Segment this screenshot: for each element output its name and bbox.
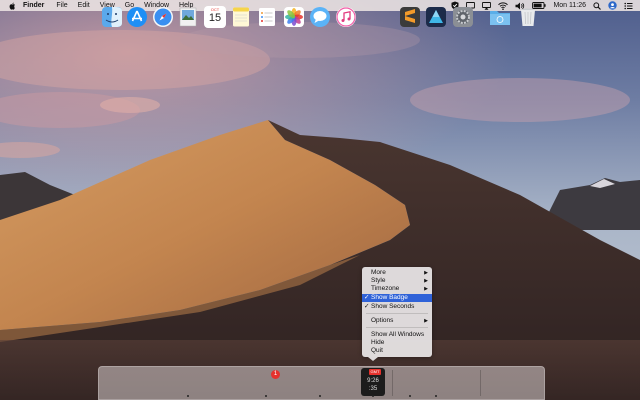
affinity-designer-icon[interactable]: [425, 6, 447, 28]
safari-icon[interactable]: [152, 6, 174, 28]
clock-time: 9:26: [367, 378, 379, 384]
finder-icon[interactable]: [101, 6, 123, 28]
downloads-folder-icon[interactable]: [489, 6, 511, 28]
clock-badge: GMT: [369, 369, 381, 375]
search-icon[interactable]: [593, 0, 601, 11]
menu-item-label: Hide: [371, 339, 385, 346]
menu-item-quit[interactable]: Quit: [362, 347, 432, 355]
menu-item-label: More: [371, 269, 386, 276]
clock-app-icon[interactable]: GMT 9:26 :35: [361, 368, 385, 396]
submenu-arrow-icon: ▶: [424, 286, 428, 292]
menu-pointer: [368, 357, 378, 361]
running-indicator: [265, 395, 267, 397]
preview-icon[interactable]: [177, 6, 199, 28]
menu-item-show-badge[interactable]: ✓ Show Badge: [362, 294, 432, 302]
menu-separator: [366, 327, 428, 328]
sublime-text-icon[interactable]: [399, 6, 421, 28]
menu-item-options[interactable]: Options ▶: [362, 317, 432, 325]
checkmark-icon: ✓: [364, 294, 370, 301]
running-indicator: [372, 395, 374, 397]
menu-item-more[interactable]: More ▶: [362, 269, 432, 277]
clock-context-menu: More ▶ Style ▶ Timezone ▶ ✓ Show Badge ✓…: [362, 267, 432, 357]
menu-item-label: Show All Windows: [371, 331, 425, 338]
menubar-clock[interactable]: Mon 11:26: [553, 0, 586, 11]
menu-item-show-all-windows[interactable]: Show All Windows: [362, 331, 432, 339]
photos-icon[interactable]: [283, 6, 305, 28]
notes-icon[interactable]: [230, 6, 252, 28]
reminders-badge: 1: [271, 370, 280, 379]
menu-item-show-seconds[interactable]: ✓ Show Seconds: [362, 303, 432, 311]
list-icon[interactable]: [624, 0, 633, 11]
apple-icon[interactable]: [9, 2, 16, 10]
menu-item-style[interactable]: Style ▶: [362, 277, 432, 285]
submenu-arrow-icon: ▶: [424, 318, 428, 324]
checkmark-icon: ✓: [364, 303, 370, 310]
running-indicator: [409, 395, 411, 397]
menu-file[interactable]: File: [56, 0, 67, 11]
running-indicator: [435, 395, 437, 397]
calendar-icon[interactable]: OCT 15: [204, 6, 226, 28]
running-indicator: [319, 395, 321, 397]
status-area: Mon 11:26: [451, 0, 640, 11]
calendar-day: 15: [208, 12, 222, 24]
user-icon[interactable]: [608, 0, 617, 11]
menu-item-label: Quit: [371, 347, 383, 354]
menu-edit[interactable]: Edit: [78, 0, 90, 11]
menu-item-label: Options: [371, 317, 394, 324]
reminders-icon[interactable]: [256, 6, 278, 28]
submenu-arrow-icon: ▶: [424, 278, 428, 284]
menu-finder[interactable]: Finder: [23, 0, 44, 11]
dock-divider: [392, 370, 393, 396]
menu-item-label: Show Seconds: [371, 303, 415, 310]
menu-item-label: Show Badge: [371, 294, 408, 301]
menu-item-hide[interactable]: Hide: [362, 339, 432, 347]
app-store-icon[interactable]: [126, 6, 148, 28]
messages-icon[interactable]: [309, 6, 331, 28]
system-preferences-icon[interactable]: [452, 6, 474, 28]
submenu-arrow-icon: ▶: [424, 270, 428, 276]
clock-seconds: :35: [368, 386, 378, 392]
dock: [98, 366, 545, 400]
dock-divider: [480, 370, 481, 396]
menu-item-label: Timezone: [371, 285, 400, 292]
itunes-icon[interactable]: [335, 6, 357, 28]
menu-item-label: Style: [371, 277, 386, 284]
desktop-wallpaper: [0, 0, 640, 400]
trash-icon[interactable]: [517, 6, 539, 28]
running-indicator: [187, 395, 189, 397]
menu-item-timezone[interactable]: Timezone ▶: [362, 285, 432, 293]
menu-separator: [366, 313, 428, 314]
